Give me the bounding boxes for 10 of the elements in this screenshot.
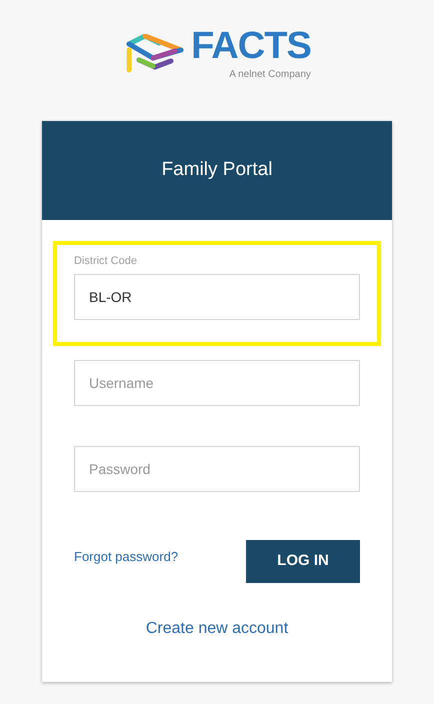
login-button[interactable]: LOG IN xyxy=(246,540,360,582)
logo-tagline: A nelnet Company xyxy=(229,68,311,82)
input-field[interactable]: Username xyxy=(74,360,360,406)
input-field[interactable]: Password xyxy=(74,446,360,492)
card-title: Family Portal xyxy=(162,158,272,182)
create-account-link[interactable]: Create new account xyxy=(146,616,288,640)
forgot-password-link[interactable]: Forgot password? xyxy=(74,547,178,567)
logo-wordmark: FACTS xyxy=(191,26,311,64)
input-field[interactable]: BL-OR xyxy=(74,274,360,320)
field-label: District Code xyxy=(74,254,138,269)
